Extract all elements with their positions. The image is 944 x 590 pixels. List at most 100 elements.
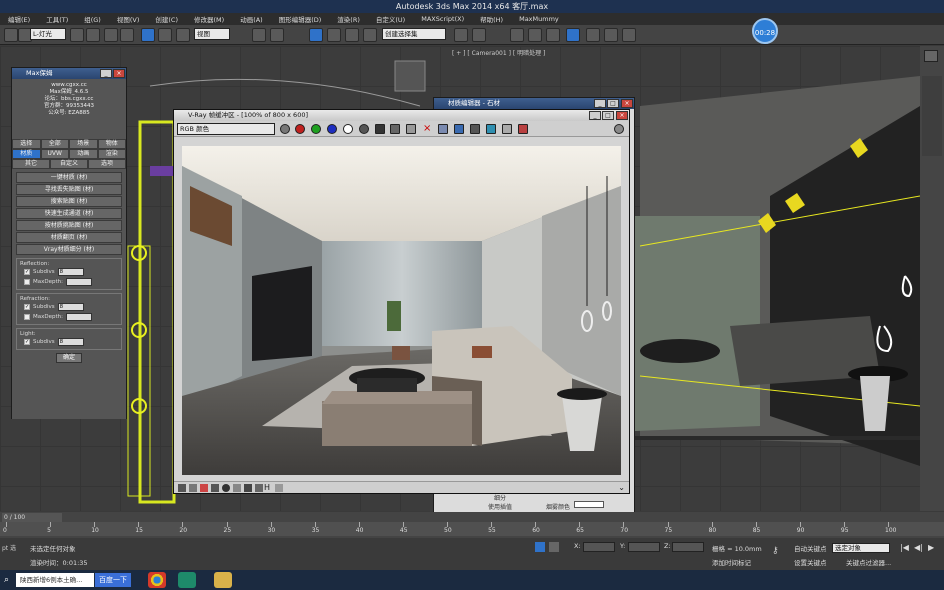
exposure-icon[interactable] <box>233 484 241 492</box>
maxbox-tab[interactable]: 选择 <box>12 139 41 149</box>
history-icon[interactable] <box>178 484 186 492</box>
spinner-snap-icon[interactable] <box>363 28 377 42</box>
x-coord-field[interactable] <box>583 542 615 552</box>
material-tool-button[interactable]: Vray材质细分 (材) <box>16 244 122 255</box>
align-icon[interactable] <box>472 28 486 42</box>
select-scale-icon[interactable] <box>176 28 190 42</box>
minimize-button[interactable]: _ <box>100 69 112 78</box>
refraction-maxdepth-checkbox[interactable] <box>24 314 30 320</box>
auto-key-button[interactable]: 自动关键点 <box>794 543 827 553</box>
rendered-frame-icon[interactable] <box>586 28 600 42</box>
confirm-button[interactable]: 确定 <box>56 353 82 363</box>
h-icon[interactable]: H <box>264 483 270 492</box>
refraction-subdivs-spinner[interactable]: 8 <box>57 303 84 311</box>
material-editor-icon[interactable] <box>546 28 560 42</box>
modifier-list[interactable] <box>922 76 942 156</box>
refraction-maxdepth-spinner[interactable] <box>65 313 92 321</box>
channel-dropdown[interactable]: RGB 颜色 <box>177 123 275 135</box>
maxbox-tab[interactable]: 选项 <box>88 159 126 169</box>
maxbox-tab[interactable]: 渲染 <box>97 149 126 159</box>
frame-counter[interactable]: 0 / 100 <box>2 513 62 522</box>
maxscript-listener[interactable]: pt 选 <box>2 543 16 552</box>
refraction-subdivs-checkbox[interactable]: ✓ <box>24 304 30 310</box>
render-setup-icon[interactable] <box>566 28 580 42</box>
menu-item[interactable]: MaxMummy <box>511 15 567 23</box>
search-icon[interactable]: ⌕ <box>4 575 9 585</box>
mono-channel-icon[interactable] <box>280 124 290 134</box>
reflection-subdivs-spinner[interactable]: 8 <box>57 268 84 276</box>
duplicate-vfb-icon[interactable] <box>406 124 416 134</box>
y-coord-field[interactable] <box>628 542 660 552</box>
material-editor-titlebar[interactable]: 材质编辑器 - 石材 _ □ × <box>434 98 634 109</box>
save-image-icon[interactable] <box>375 124 385 134</box>
z-coord-field[interactable] <box>672 542 704 552</box>
green-channel-icon[interactable] <box>311 124 321 134</box>
blue-channel-icon[interactable] <box>327 124 337 134</box>
select-by-name-icon[interactable] <box>120 28 134 42</box>
light-subdivs-spinner[interactable]: 8 <box>57 338 84 346</box>
baidu-search-button[interactable]: 百度一下 <box>95 573 131 587</box>
close-button[interactable]: × <box>113 69 125 78</box>
render-teapot-icon[interactable] <box>622 28 636 42</box>
menu-item[interactable]: 帮助(H) <box>472 14 511 24</box>
teapot-icon[interactable] <box>614 124 624 134</box>
create-tab-icon[interactable] <box>924 50 938 62</box>
add-time-tag[interactable]: 添加时间标记 <box>712 557 751 567</box>
region-render-icon[interactable] <box>454 124 464 134</box>
menu-item[interactable]: 动画(A) <box>232 14 271 24</box>
select-rotate-icon[interactable] <box>158 28 172 42</box>
menu-item[interactable]: 图形编辑器(D) <box>271 14 330 24</box>
key-mode-dropdown[interactable]: 选定对象 <box>832 543 890 553</box>
track-bar[interactable]: 0 5 10 15 20 25 30 35 40 45 50 55 60 65 70 75 80 85 90 95 10… <box>0 522 944 536</box>
mirror-icon[interactable] <box>454 28 468 42</box>
mono-display-icon[interactable] <box>359 124 369 134</box>
menu-item[interactable]: 创建(C) <box>147 14 186 24</box>
material-tool-button[interactable]: 材质翻页 (材) <box>16 232 122 243</box>
max-baomu-titlebar[interactable]: Max保姆 _ × <box>12 68 126 79</box>
minimize-button[interactable]: _ <box>594 99 606 108</box>
lock-selection-icon[interactable] <box>535 542 545 552</box>
show-corrections-icon[interactable] <box>518 124 528 134</box>
material-tool-button[interactable]: 一键材质 (材) <box>16 172 122 183</box>
stamp-icon[interactable] <box>275 484 283 492</box>
alpha-channel-icon[interactable] <box>343 124 353 134</box>
reflection-subdivs-checkbox[interactable]: ✓ <box>24 269 30 275</box>
close-button[interactable]: × <box>616 111 628 120</box>
search-box[interactable]: 陕西新增6例本土确... <box>16 573 94 587</box>
unlink-icon[interactable] <box>86 28 100 42</box>
menu-item[interactable]: 修改器(M) <box>186 14 232 24</box>
maxbox-tab[interactable]: 自定义 <box>50 159 88 169</box>
pivot-center-icon[interactable] <box>252 28 266 42</box>
command-panel[interactable] <box>920 46 944 511</box>
render-icon[interactable] <box>486 124 496 134</box>
levels-icon[interactable] <box>211 484 219 492</box>
angle-snap-icon[interactable] <box>327 28 341 42</box>
maxbox-tab[interactable]: 全部 <box>40 139 69 149</box>
histogram-icon[interactable] <box>244 484 252 492</box>
vfb-titlebar[interactable]: V-Ray 帧缓冲区 - [100% of 800 x 600] _ □ × <box>174 110 629 121</box>
reflection-maxdepth-spinner[interactable] <box>65 278 92 286</box>
play-icon[interactable]: ▶ <box>928 543 934 552</box>
maximize-button[interactable]: □ <box>607 99 619 108</box>
schematic-view-icon[interactable] <box>528 28 542 42</box>
menu-item[interactable]: 工具(T) <box>38 14 76 24</box>
key-icon[interactable]: ⚷ <box>772 546 779 556</box>
load-image-icon[interactable] <box>390 124 400 134</box>
layer-dropdown[interactable]: L-灯光 <box>30 28 66 40</box>
prev-frame-icon[interactable]: ◀| <box>914 543 923 552</box>
percent-snap-icon[interactable] <box>345 28 359 42</box>
menu-item[interactable]: 视图(V) <box>109 14 148 24</box>
fog-color-swatch[interactable] <box>574 501 604 508</box>
curve-icon[interactable] <box>222 484 230 492</box>
key-filters-button[interactable]: 关键点过滤器... <box>846 557 891 567</box>
select-object-icon[interactable] <box>104 28 118 42</box>
menu-item[interactable]: 自定义(U) <box>368 14 413 24</box>
last-render-icon[interactable] <box>470 124 480 134</box>
lut-icon[interactable] <box>255 484 263 492</box>
render-production-icon[interactable] <box>604 28 618 42</box>
named-selection-dropdown[interactable]: 创建选择集 <box>382 28 446 40</box>
close-button[interactable]: × <box>621 99 633 108</box>
undo-icon[interactable] <box>4 28 18 42</box>
clear-image-icon[interactable]: × <box>423 123 431 134</box>
chevron-down-icon[interactable]: ⌄ <box>618 483 625 492</box>
